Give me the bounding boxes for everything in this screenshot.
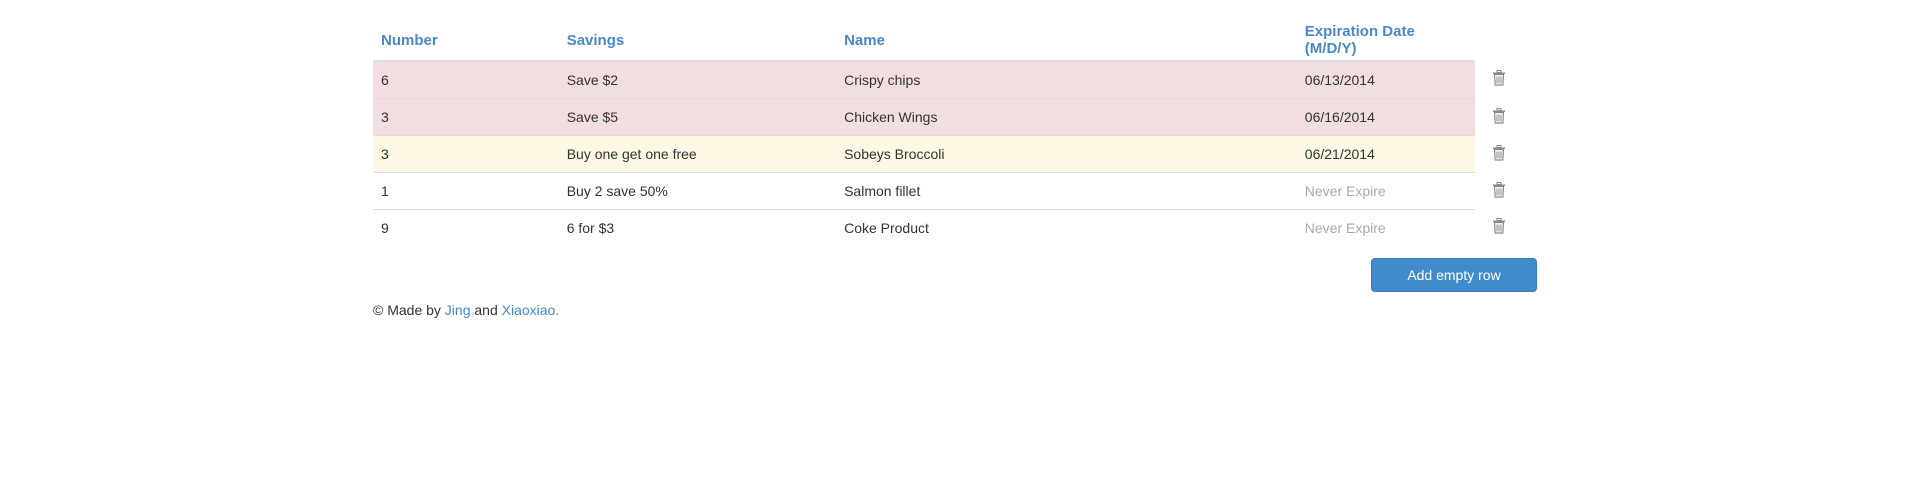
cell-name: Sobeys Broccoli [836, 135, 1297, 173]
cell-number: 9 [373, 209, 559, 246]
trash-icon[interactable] [1492, 218, 1506, 234]
trash-icon[interactable] [1492, 181, 1506, 198]
header-name: Name [836, 20, 1297, 62]
cell-name: Chicken Wings [836, 98, 1297, 136]
cell-savings: Save $5 [558, 98, 837, 136]
cell-savings: Buy one get one free [558, 135, 837, 173]
table-row: 6 Save $2 Crispy chips 06/13/2014 [373, 60, 1523, 99]
footer-suffix: . [555, 302, 560, 318]
cell-savings: 6 for $3 [558, 209, 837, 246]
header-expiration: Expiration Date (M/D/Y) [1296, 20, 1476, 62]
cell-number: 6 [373, 60, 559, 99]
footer-conjunction: and [470, 302, 502, 318]
cell-expiration: 06/21/2014 [1296, 135, 1476, 173]
table-header: Number Savings Name Expiration Date (M/D… [373, 20, 1523, 62]
cell-expiration: Never Expire [1296, 209, 1476, 246]
header-delete [1475, 20, 1523, 61]
footer: © Made by Jing and Xiaoxiao. [373, 302, 1543, 318]
trash-icon[interactable] [1492, 107, 1506, 124]
header-number: Number [373, 20, 559, 62]
table-row: 3 Save $5 Chicken Wings 06/16/2014 [373, 98, 1523, 136]
delete-cell [1475, 135, 1523, 173]
header-savings: Savings [558, 20, 837, 62]
add-empty-row-button[interactable]: Add empty row [1371, 258, 1537, 292]
table-row: 9 6 for $3 Coke Product Never Expire [373, 209, 1523, 246]
author-link-xiaoxiao[interactable]: Xiaoxiao [502, 302, 556, 318]
header-row: Number Savings Name Expiration Date (M/D… [373, 20, 1523, 62]
cell-number: 1 [373, 172, 559, 210]
cell-expiration: 06/16/2014 [1296, 98, 1476, 136]
cell-name: Crispy chips [836, 60, 1297, 99]
main-container: Number Savings Name Expiration Date (M/D… [373, 20, 1543, 318]
delete-cell [1475, 98, 1523, 136]
cell-expiration: 06/13/2014 [1296, 60, 1476, 99]
delete-cell [1475, 172, 1523, 210]
cell-savings: Save $2 [558, 60, 837, 99]
trash-icon[interactable] [1492, 70, 1506, 86]
actions-bar: Add empty row [373, 246, 1543, 302]
table-row: 3 Buy one get one free Sobeys Broccoli 0… [373, 135, 1523, 173]
author-link-jing[interactable]: Jing [445, 302, 471, 318]
cell-name: Salmon fillet [836, 172, 1297, 210]
cell-number: 3 [373, 135, 559, 173]
coupon-table: Number Savings Name Expiration Date (M/D… [373, 20, 1523, 246]
trash-icon[interactable] [1492, 144, 1506, 161]
cell-name: Coke Product [836, 209, 1297, 246]
cell-number: 3 [373, 98, 559, 136]
cell-savings: Buy 2 save 50% [558, 172, 837, 210]
cell-expiration: Never Expire [1296, 172, 1476, 210]
table-body: 6 Save $2 Crispy chips 06/13/2014 3 Save… [373, 60, 1523, 246]
table-row: 1 Buy 2 save 50% Salmon fillet Never Exp… [373, 172, 1523, 210]
delete-cell [1475, 61, 1523, 99]
footer-prefix: © Made by [373, 302, 445, 318]
delete-cell [1475, 209, 1523, 246]
